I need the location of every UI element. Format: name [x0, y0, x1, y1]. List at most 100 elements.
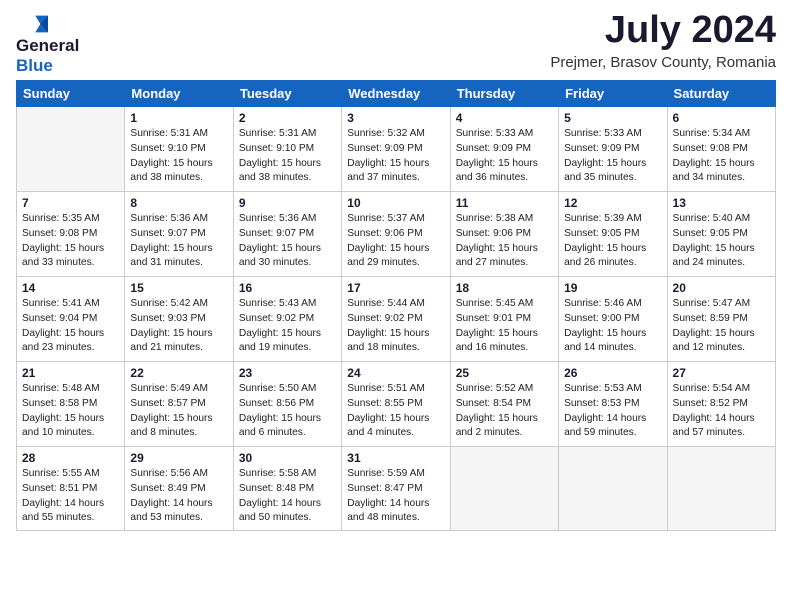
day-number: 16: [239, 281, 336, 295]
day-info: Sunrise: 5:38 AM Sunset: 9:06 PM Dayligh…: [456, 212, 553, 271]
calendar-cell: 13 Sunrise: 5:40 AM Sunset: 9:05 PM Dayli…: [667, 192, 775, 277]
day-number: 4: [456, 111, 553, 125]
day-number: 10: [347, 196, 444, 210]
week-row-1: 1Sunrise: 5:31 AM Sunset: 9:10 PM Daylig…: [17, 107, 776, 192]
day-info: Sunrise: 5:41 AM Sunset: 9:04 PM Dayligh…: [22, 297, 119, 356]
day-number: 7: [22, 196, 119, 210]
calendar-cell: [667, 447, 775, 531]
day-info: Sunrise: 5:53 AM Sunset: 8:53 PM Dayligh…: [564, 382, 661, 441]
month-title: July 2024: [550, 10, 776, 52]
location-title: Prejmer, Brasov County, Romania: [550, 54, 776, 71]
day-number: 27: [673, 366, 770, 380]
day-number: 13: [673, 196, 770, 210]
day-info: Sunrise: 5:37 AM Sunset: 9:06 PM Dayligh…: [347, 212, 444, 271]
day-info: Sunrise: 5:33 AM Sunset: 9:09 PM Dayligh…: [456, 127, 553, 186]
day-info: Sunrise: 5:32 AM Sunset: 9:09 PM Dayligh…: [347, 127, 444, 186]
calendar-cell: 5Sunrise: 5:33 AM Sunset: 9:09 PM Daylig…: [559, 107, 667, 192]
calendar-cell: 27 Sunrise: 5:54 AM Sunset: 8:52 PM Dayli…: [667, 362, 775, 447]
calendar-cell: 7Sunrise: 5:35 AM Sunset: 9:08 PM Daylig…: [17, 192, 125, 277]
day-number: 29: [130, 451, 227, 465]
day-number: 2: [239, 111, 336, 125]
calendar-cell: 30Sunrise: 5:58 AM Sunset: 8:48 PM Dayli…: [233, 447, 341, 531]
calendar-cell: 10 Sunrise: 5:37 AM Sunset: 9:06 PM Dayli…: [342, 192, 450, 277]
day-info: Sunrise: 5:47 AM Sunset: 8:59 PM Dayligh…: [673, 297, 770, 356]
day-info: Sunrise: 5:42 AM Sunset: 9:03 PM Dayligh…: [130, 297, 227, 356]
day-number: 17: [347, 281, 444, 295]
day-info: Sunrise: 5:54 AM Sunset: 8:52 PM Dayligh…: [673, 382, 770, 441]
week-row-3: 14 Sunrise: 5:41 AM Sunset: 9:04 PM Dayli…: [17, 277, 776, 362]
calendar-header-wednesday: Wednesday: [342, 81, 450, 107]
day-number: 1: [130, 111, 227, 125]
logo-text: General Blue: [16, 36, 79, 76]
calendar-cell: 23 Sunrise: 5:50 AM Sunset: 8:56 PM Dayli…: [233, 362, 341, 447]
calendar-cell: 28Sunrise: 5:55 AM Sunset: 8:51 PM Dayli…: [17, 447, 125, 531]
day-number: 8: [130, 196, 227, 210]
day-info: Sunrise: 5:45 AM Sunset: 9:01 PM Dayligh…: [456, 297, 553, 356]
week-row-4: 21Sunrise: 5:48 AM Sunset: 8:58 PM Dayli…: [17, 362, 776, 447]
calendar-cell: 8 Sunrise: 5:36 AM Sunset: 9:07 PM Daylig…: [125, 192, 233, 277]
day-number: 23: [239, 366, 336, 380]
day-number: 24: [347, 366, 444, 380]
day-info: Sunrise: 5:56 AM Sunset: 8:49 PM Dayligh…: [130, 467, 227, 526]
day-number: 22: [130, 366, 227, 380]
calendar-cell: 4 Sunrise: 5:33 AM Sunset: 9:09 PM Daylig…: [450, 107, 558, 192]
day-info: Sunrise: 5:34 AM Sunset: 9:08 PM Dayligh…: [673, 127, 770, 186]
calendar-cell: 6 Sunrise: 5:34 AM Sunset: 9:08 PM Daylig…: [667, 107, 775, 192]
calendar-header-sunday: Sunday: [17, 81, 125, 107]
calendar-cell: 25Sunrise: 5:52 AM Sunset: 8:54 PM Dayli…: [450, 362, 558, 447]
day-info: Sunrise: 5:49 AM Sunset: 8:57 PM Dayligh…: [130, 382, 227, 441]
calendar-cell: 26Sunrise: 5:53 AM Sunset: 8:53 PM Dayli…: [559, 362, 667, 447]
calendar-header-saturday: Saturday: [667, 81, 775, 107]
header: General Blue July 2024 Prejmer, Brasov C…: [16, 10, 776, 76]
day-number: 6: [673, 111, 770, 125]
calendar-cell: 11Sunrise: 5:38 AM Sunset: 9:06 PM Dayli…: [450, 192, 558, 277]
day-info: Sunrise: 5:50 AM Sunset: 8:56 PM Dayligh…: [239, 382, 336, 441]
calendar-cell: 1Sunrise: 5:31 AM Sunset: 9:10 PM Daylig…: [125, 107, 233, 192]
day-info: Sunrise: 5:59 AM Sunset: 8:47 PM Dayligh…: [347, 467, 444, 526]
day-info: Sunrise: 5:36 AM Sunset: 9:07 PM Dayligh…: [239, 212, 336, 271]
day-info: Sunrise: 5:36 AM Sunset: 9:07 PM Dayligh…: [130, 212, 227, 271]
calendar-cell: 19 Sunrise: 5:46 AM Sunset: 9:00 PM Dayli…: [559, 277, 667, 362]
day-number: 14: [22, 281, 119, 295]
calendar-cell: [17, 107, 125, 192]
day-info: Sunrise: 5:51 AM Sunset: 8:55 PM Dayligh…: [347, 382, 444, 441]
day-number: 19: [564, 281, 661, 295]
calendar-cell: [559, 447, 667, 531]
title-block: July 2024 Prejmer, Brasov County, Romani…: [550, 10, 776, 71]
day-number: 9: [239, 196, 336, 210]
week-row-2: 7Sunrise: 5:35 AM Sunset: 9:08 PM Daylig…: [17, 192, 776, 277]
calendar-cell: 22 Sunrise: 5:49 AM Sunset: 8:57 PM Dayli…: [125, 362, 233, 447]
day-info: Sunrise: 5:58 AM Sunset: 8:48 PM Dayligh…: [239, 467, 336, 526]
page: General Blue July 2024 Prejmer, Brasov C…: [0, 0, 792, 612]
calendar-header-friday: Friday: [559, 81, 667, 107]
day-number: 12: [564, 196, 661, 210]
calendar-cell: 14 Sunrise: 5:41 AM Sunset: 9:04 PM Dayli…: [17, 277, 125, 362]
calendar-header-tuesday: Tuesday: [233, 81, 341, 107]
day-number: 20: [673, 281, 770, 295]
day-number: 3: [347, 111, 444, 125]
day-info: Sunrise: 5:46 AM Sunset: 9:00 PM Dayligh…: [564, 297, 661, 356]
day-info: Sunrise: 5:48 AM Sunset: 8:58 PM Dayligh…: [22, 382, 119, 441]
calendar-cell: 15 Sunrise: 5:42 AM Sunset: 9:03 PM Dayli…: [125, 277, 233, 362]
day-info: Sunrise: 5:44 AM Sunset: 9:02 PM Dayligh…: [347, 297, 444, 356]
calendar-cell: 21Sunrise: 5:48 AM Sunset: 8:58 PM Dayli…: [17, 362, 125, 447]
calendar: SundayMondayTuesdayWednesdayThursdayFrid…: [16, 80, 776, 531]
logo-icon: [16, 14, 48, 34]
day-info: Sunrise: 5:52 AM Sunset: 8:54 PM Dayligh…: [456, 382, 553, 441]
calendar-cell: 18 Sunrise: 5:45 AM Sunset: 9:01 PM Dayli…: [450, 277, 558, 362]
day-info: Sunrise: 5:55 AM Sunset: 8:51 PM Dayligh…: [22, 467, 119, 526]
calendar-cell: 12 Sunrise: 5:39 AM Sunset: 9:05 PM Dayli…: [559, 192, 667, 277]
calendar-cell: 16Sunrise: 5:43 AM Sunset: 9:02 PM Dayli…: [233, 277, 341, 362]
calendar-cell: 31 Sunrise: 5:59 AM Sunset: 8:47 PM Dayli…: [342, 447, 450, 531]
calendar-header-monday: Monday: [125, 81, 233, 107]
day-info: Sunrise: 5:40 AM Sunset: 9:05 PM Dayligh…: [673, 212, 770, 271]
calendar-header-row: SundayMondayTuesdayWednesdayThursdayFrid…: [17, 81, 776, 107]
day-number: 31: [347, 451, 444, 465]
day-info: Sunrise: 5:39 AM Sunset: 9:05 PM Dayligh…: [564, 212, 661, 271]
day-number: 15: [130, 281, 227, 295]
day-number: 18: [456, 281, 553, 295]
calendar-cell: 17 Sunrise: 5:44 AM Sunset: 9:02 PM Dayli…: [342, 277, 450, 362]
logo: General Blue: [16, 10, 79, 76]
calendar-cell: 20 Sunrise: 5:47 AM Sunset: 8:59 PM Dayli…: [667, 277, 775, 362]
logo-blue: Blue: [16, 56, 53, 75]
